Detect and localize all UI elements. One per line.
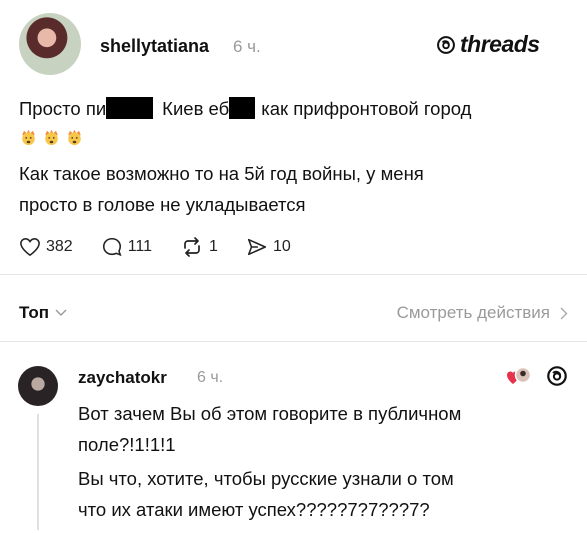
chevron-right-icon <box>560 307 568 319</box>
censor-bar <box>106 97 154 119</box>
view-activity-label: Смотреть действия <box>396 303 550 322</box>
post-text-segment: как прифронтовой город <box>261 98 472 119</box>
reply-text-line2: поле?!1!1!1 <box>78 434 176 455</box>
comment-button[interactable]: 111 <box>101 236 152 258</box>
exploding-head-emoji-icon <box>68 129 81 146</box>
post-text-line3: просто в голове не укладывается <box>19 194 306 215</box>
emoji-row <box>19 128 84 146</box>
reply-text-line4: что их атаки имеют успех?????7?7???7? <box>78 499 430 520</box>
heart-icon <box>20 238 40 257</box>
post-text-line2: Как такое возможно то на 5й год войны, у… <box>19 163 424 184</box>
comment-count: 111 <box>127 238 153 255</box>
reply-text-line3: Вы что, хотите, чтобы русские узнали о т… <box>78 468 454 489</box>
author-avatar[interactable] <box>19 13 81 75</box>
share-count: 10 <box>272 238 291 255</box>
repost-icon <box>184 237 200 257</box>
post-text-segment: Просто пи <box>19 98 107 119</box>
divider <box>0 341 587 342</box>
threads-reply-icon[interactable] <box>546 365 568 387</box>
exploding-head-emoji-icon <box>22 129 35 146</box>
reply-time: 6 ч. <box>197 369 224 386</box>
like-button[interactable]: 382 <box>19 237 73 257</box>
reply-header-icons <box>506 365 568 387</box>
send-icon <box>247 238 266 256</box>
sort-label: Топ <box>19 303 49 322</box>
post-text-segment: Киев еб <box>162 98 230 119</box>
repost-count: 1 <box>209 238 218 255</box>
post-time: 6 ч. <box>233 37 261 56</box>
view-activity-link[interactable]: Смотреть действия <box>397 303 568 323</box>
repost-button[interactable]: 1 <box>180 236 218 258</box>
exploding-head-emoji-icon <box>45 129 58 146</box>
threads-logo: threads <box>436 31 540 58</box>
chevron-down-icon <box>55 309 67 316</box>
post-text-line1: Просто пи Киев еб как прифронтовой город <box>19 93 471 124</box>
thread-line <box>37 414 39 530</box>
reply-text-line1: Вот зачем Вы об этом говорите в публично… <box>78 403 462 424</box>
reply-author-avatar[interactable] <box>18 366 58 406</box>
reply-username[interactable]: zaychatokr <box>78 368 167 388</box>
threads-post: shellytatiana 6 ч. threads Просто пи Киев… <box>0 0 587 533</box>
author-username[interactable]: shellytatiana <box>100 36 209 57</box>
divider <box>0 274 587 275</box>
comment-bubble-icon <box>102 237 122 257</box>
threads-logo-text: threads <box>460 31 540 57</box>
like-count: 382 <box>46 238 73 255</box>
share-button[interactable]: 10 <box>246 236 291 258</box>
sort-dropdown[interactable]: Топ <box>19 303 67 323</box>
censor-bar <box>229 97 256 119</box>
liked-by-author-icon[interactable] <box>506 365 532 387</box>
threads-logo-icon <box>437 35 455 54</box>
post-actions: 382 111 1 10 <box>19 236 291 258</box>
